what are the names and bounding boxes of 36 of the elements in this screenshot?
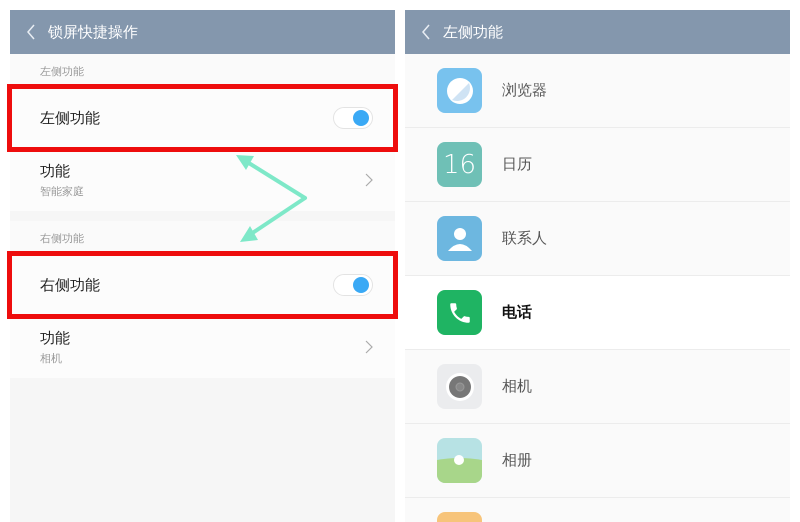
- app-list-item[interactable]: 浏览器: [405, 54, 790, 128]
- row-label: 左侧功能: [40, 108, 100, 128]
- back-icon[interactable]: [421, 24, 431, 40]
- back-icon[interactable]: [26, 24, 36, 40]
- phone-app-icon: [437, 290, 482, 335]
- app-list-item[interactable]: 相册: [405, 424, 790, 498]
- row-value: 智能家庭: [40, 184, 84, 198]
- app-list-item[interactable]: 相机: [405, 350, 790, 424]
- row-label: 功能: [40, 328, 70, 348]
- app-list-item[interactable]: 16 日历: [405, 128, 790, 202]
- section-header: 左侧功能: [39, 64, 85, 80]
- app-name: 日历: [502, 155, 532, 174]
- screen-title: 锁屏快捷操作: [48, 22, 138, 42]
- app-name: 联系人: [502, 229, 547, 248]
- row-value: 相机: [40, 350, 63, 366]
- screen-title: 左侧功能: [443, 22, 503, 42]
- calendar-date: 16: [442, 150, 476, 180]
- browser-app-icon: [437, 68, 482, 113]
- app-name: 浏览器: [502, 81, 547, 100]
- chevron-icon: [365, 173, 373, 187]
- app-name: 相册: [502, 451, 532, 470]
- section-header: 右侧功能: [39, 231, 85, 247]
- highlighted-settings-row[interactable]: 左侧功能: [10, 87, 395, 149]
- app-list-item[interactable]: 联系人: [405, 202, 790, 276]
- highlighted-settings-row[interactable]: 右侧功能: [10, 254, 395, 316]
- camera-app-icon: [437, 364, 482, 409]
- toggle-switch[interactable]: [333, 274, 373, 296]
- row-label: 右侧功能: [40, 276, 100, 294]
- gallery-app-icon: [437, 438, 482, 483]
- row-label: 功能: [40, 162, 71, 180]
- app-list-item[interactable]: 电话: [405, 276, 790, 350]
- app-name: 电话: [502, 303, 532, 322]
- contacts-app-icon: [437, 216, 482, 261]
- chevron-icon: [365, 340, 373, 354]
- toggle-switch[interactable]: [333, 107, 373, 129]
- app-name: 相机: [502, 377, 532, 396]
